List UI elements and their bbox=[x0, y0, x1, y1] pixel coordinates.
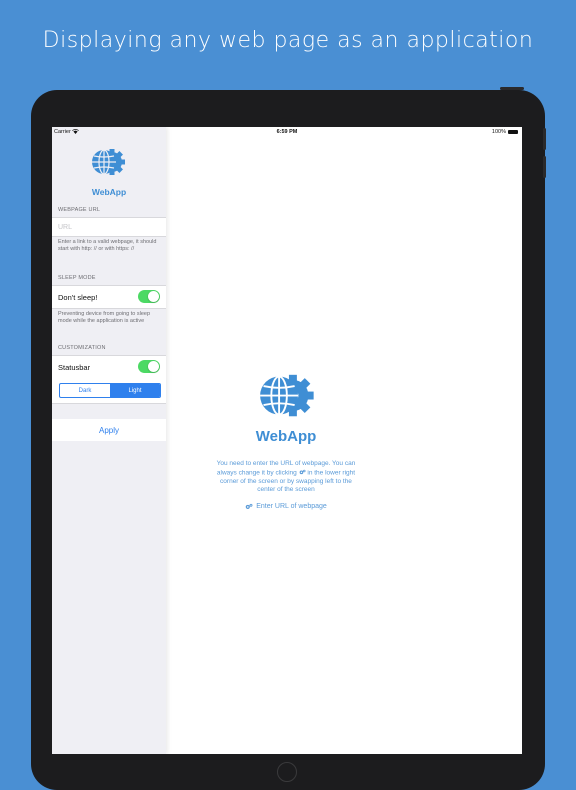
gears-icon bbox=[245, 503, 253, 509]
battery-indicator: 100% bbox=[492, 129, 518, 135]
sidebar-logo-text: WebApp bbox=[91, 187, 127, 197]
volume-button bbox=[543, 156, 546, 178]
volume-button bbox=[543, 128, 546, 150]
sidebar-logo: WebApp bbox=[87, 147, 131, 197]
screen: Carrier 6:59 PM 100% WebApp WEBPAGE URL … bbox=[52, 127, 522, 754]
status-bar: Carrier 6:59 PM 100% bbox=[52, 127, 522, 137]
apply-cell: Apply bbox=[52, 419, 166, 441]
clock: 6:59 PM bbox=[276, 129, 298, 135]
main-logo: WebApp bbox=[248, 373, 324, 445]
sleep-mode-hint: Preventing device from going to sleep mo… bbox=[58, 311, 151, 324]
enter-url-link[interactable]: Enter URL of webpage bbox=[214, 503, 358, 510]
power-button bbox=[500, 87, 524, 90]
toggle-knob bbox=[148, 361, 159, 372]
dont-sleep-label: Don't sleep! bbox=[58, 293, 98, 302]
gears-icon bbox=[299, 469, 306, 474]
dont-sleep-toggle[interactable] bbox=[138, 290, 160, 303]
statusbar-toggle[interactable] bbox=[138, 360, 160, 373]
webapp-logo-icon bbox=[260, 374, 314, 417]
home-button bbox=[277, 762, 297, 782]
apply-button[interactable]: Apply bbox=[52, 419, 166, 441]
sleep-mode-cell: Don't sleep! bbox=[52, 285, 166, 309]
enter-url-label: Enter URL of webpage bbox=[256, 503, 327, 510]
statusbar-label: Statusbar bbox=[58, 363, 91, 372]
battery-percent: 100% bbox=[491, 129, 506, 135]
section-header-webpage-url: WEBPAGE URL bbox=[58, 207, 101, 213]
segment-light[interactable]: Light bbox=[110, 384, 160, 397]
section-header-customization: CUSTOMIZATION bbox=[58, 345, 106, 351]
battery-icon bbox=[508, 130, 518, 134]
url-hint: Enter a link to a valid webpage, it shou… bbox=[58, 239, 157, 252]
url-cell bbox=[52, 217, 166, 237]
toggle-knob bbox=[148, 291, 159, 302]
main-logo-text: WebApp bbox=[255, 428, 317, 445]
statusbar-style-segmented-control: Dark Light bbox=[59, 383, 161, 398]
segment-dark[interactable]: Dark bbox=[60, 384, 110, 397]
section-header-sleep-mode: SLEEP MODE bbox=[58, 275, 96, 281]
settings-sidebar: WebApp WEBPAGE URL Enter a link to a val… bbox=[52, 127, 166, 754]
url-input[interactable] bbox=[58, 218, 162, 236]
webapp-logo-icon bbox=[92, 149, 125, 175]
setup-message: You need to enter the URL of webpage. Yo… bbox=[214, 460, 358, 495]
headline: Displaying any web page as an applicatio… bbox=[42, 28, 534, 53]
